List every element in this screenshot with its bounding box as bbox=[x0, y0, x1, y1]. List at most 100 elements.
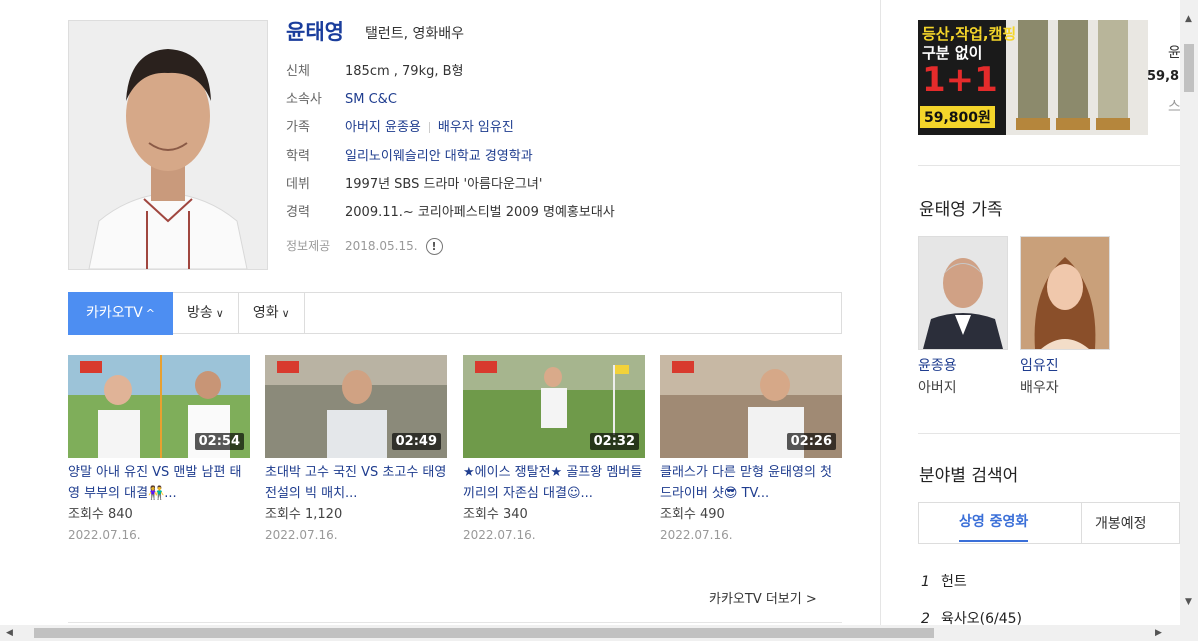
vertical-scroll-thumb[interactable] bbox=[1184, 44, 1194, 92]
info-row-agency: 소속사 SM C&C bbox=[286, 90, 397, 110]
family-name[interactable]: 임유진 bbox=[1020, 355, 1110, 377]
ad-headline: 등산,작업,캠핑 bbox=[922, 25, 1017, 43]
video-title[interactable]: ★에이스 쟁탈전★ 골프왕 멤버들끼리의 자존심 대결☺... bbox=[463, 462, 645, 504]
scroll-right-icon[interactable]: ▶ bbox=[1155, 628, 1162, 638]
info-key: 경력 bbox=[286, 205, 310, 220]
chevron-down-icon: ∨ bbox=[215, 307, 224, 320]
agency-link[interactable]: SM C&C bbox=[345, 92, 397, 107]
video-card[interactable]: 02:49 초대박 고수 국진 VS 초고수 태영 전설의 빅 매치... 조회… bbox=[265, 355, 447, 546]
video-thumbnail[interactable]: 02:49 bbox=[265, 355, 447, 458]
kakaotv-more-link[interactable]: 카카오TV 더보기 > bbox=[709, 588, 817, 607]
video-duration: 02:26 bbox=[786, 433, 836, 450]
chevron-up-icon: ^ bbox=[145, 307, 155, 320]
family-relation: 아버지 bbox=[918, 380, 957, 396]
video-date: 2022.07.16. bbox=[463, 528, 536, 542]
divider bbox=[918, 165, 1180, 166]
video-thumbnail[interactable]: 02:32 bbox=[463, 355, 645, 458]
video-date: 2022.07.16. bbox=[660, 528, 733, 542]
horizontal-scroll-thumb[interactable] bbox=[34, 628, 934, 638]
info-key: 신체 bbox=[286, 64, 310, 79]
media-tabs: 카카오TV ^ 방송 ∨ 영화 ∨ bbox=[68, 292, 842, 335]
rank-number: 1 bbox=[921, 574, 930, 590]
info-row-family: 가족 아버지 윤종용 배우자 임유진 bbox=[286, 118, 514, 138]
video-views: 조회수 340 bbox=[463, 507, 528, 522]
family-section-title: 윤태영 가족 bbox=[919, 200, 1003, 220]
info-key: 소속사 bbox=[286, 92, 322, 107]
info-value: 1997년 SBS 드라마 '아름다운그녀' bbox=[345, 177, 543, 192]
info-value: 185cm , 79kg, B형 bbox=[345, 64, 464, 79]
info-key: 학력 bbox=[286, 149, 310, 164]
family-relation: 배우자 bbox=[1020, 380, 1059, 396]
separator bbox=[428, 122, 430, 133]
video-date: 2022.07.16. bbox=[68, 528, 141, 542]
father-link[interactable]: 아버지 윤종용 bbox=[345, 120, 421, 135]
ad-side-text[interactable]: 윤 bbox=[1168, 42, 1181, 62]
info-row-body: 신체 185cm , 79kg, B형 bbox=[286, 62, 464, 82]
video-duration: 02:54 bbox=[194, 433, 244, 450]
video-views: 조회수 1,120 bbox=[265, 507, 343, 522]
profile-photo-illustration bbox=[69, 21, 267, 269]
ad-banner[interactable]: 등산,작업,캠핑 구분 없이 1+1 59,800원 bbox=[918, 20, 1148, 135]
video-title[interactable]: 초대박 고수 국진 VS 초고수 태영 전설의 빅 매치... bbox=[265, 462, 447, 504]
info-row-career: 경력 2009.11.~ 코리아페스티벌 2009 명예홍보대사 bbox=[286, 203, 615, 223]
ad-promo: 1+1 bbox=[922, 60, 998, 100]
video-date: 2022.07.16. bbox=[265, 528, 338, 542]
scroll-left-icon[interactable]: ◀ bbox=[6, 628, 13, 638]
tab-label: 카카오TV bbox=[86, 305, 143, 321]
separator bbox=[1081, 503, 1082, 543]
family-member[interactable]: 윤종용 아버지 bbox=[918, 236, 1008, 399]
ad-price: 59,800원 bbox=[920, 106, 995, 128]
tab-upcoming[interactable]: 개봉예정 bbox=[1095, 513, 1147, 533]
video-title[interactable]: 클래스가 다른 맏형 윤태영의 첫 드라이버 샷😎 TV... bbox=[660, 462, 842, 504]
spouse-link[interactable]: 배우자 임유진 bbox=[438, 120, 514, 135]
video-views: 조회수 840 bbox=[68, 507, 133, 522]
video-duration: 02:32 bbox=[589, 433, 639, 450]
video-thumbnail[interactable]: 02:26 bbox=[660, 355, 842, 458]
info-value: 2009.11.~ 코리아페스티벌 2009 명예홍보대사 bbox=[345, 205, 615, 220]
info-key: 데뷔 bbox=[286, 177, 310, 192]
category-section-title: 분야별 검색어 bbox=[919, 466, 1019, 486]
tab-label: 영화 bbox=[252, 305, 279, 321]
family-photo-image bbox=[919, 237, 1007, 349]
family-member[interactable]: 임유진 배우자 bbox=[1020, 236, 1110, 399]
education-link[interactable]: 일리노이웨슬리안 대학교 경영학과 bbox=[345, 149, 533, 164]
category-tabs: 상영 중영화 개봉예정 bbox=[918, 502, 1180, 544]
rank-item[interactable]: 1 헌트 bbox=[921, 571, 967, 591]
info-key: 정보제공 bbox=[286, 239, 331, 253]
info-row-debut: 데뷔 1997년 SBS 드라마 '아름다운그녀' bbox=[286, 175, 542, 195]
tab-label: 방송 bbox=[187, 305, 213, 321]
rank-label[interactable]: 헌트 bbox=[941, 574, 967, 590]
chevron-down-icon: ∨ bbox=[281, 307, 290, 320]
tab-now-showing[interactable]: 상영 중영화 bbox=[959, 511, 1029, 542]
family-photo[interactable] bbox=[918, 236, 1008, 350]
tab-kakaotv[interactable]: 카카오TV ^ bbox=[68, 292, 173, 335]
vertical-scrollbar[interactable] bbox=[1180, 0, 1198, 625]
divider bbox=[918, 433, 1180, 434]
video-title[interactable]: 양말 아내 유진 VS 맨발 남편 태영 부부의 대결👫... bbox=[68, 462, 250, 504]
family-name[interactable]: 윤종용 bbox=[918, 355, 1008, 377]
profile-photo[interactable] bbox=[68, 20, 268, 270]
family-photo-image bbox=[1021, 237, 1109, 349]
video-card[interactable]: 02:32 ★에이스 쟁탈전★ 골프왕 멤버들끼리의 자존심 대결☺... 조회… bbox=[463, 355, 645, 546]
ad-side-text: 스 bbox=[1168, 99, 1181, 115]
tab-broadcast[interactable]: 방송 ∨ bbox=[173, 292, 239, 334]
ad-side-price[interactable]: 59,8 bbox=[1147, 69, 1179, 84]
video-views: 조회수 490 bbox=[660, 507, 725, 522]
video-card[interactable]: 02:54 양말 아내 유진 VS 맨발 남편 태영 부부의 대결👫... 조회… bbox=[68, 355, 250, 546]
person-name[interactable]: 윤태영 bbox=[286, 16, 344, 46]
tab-movie[interactable]: 영화 ∨ bbox=[239, 292, 305, 334]
column-divider bbox=[880, 0, 881, 641]
info-key: 가족 bbox=[286, 120, 310, 135]
scroll-up-icon[interactable]: ▲ bbox=[1185, 14, 1192, 24]
info-row-education: 학력 일리노이웨슬리안 대학교 경영학과 bbox=[286, 147, 533, 167]
family-photo[interactable] bbox=[1020, 236, 1110, 350]
person-job: 탤런트, 영화배우 bbox=[365, 26, 465, 42]
scroll-down-icon[interactable]: ▼ bbox=[1185, 597, 1192, 607]
video-thumbnail[interactable]: 02:54 bbox=[68, 355, 250, 458]
video-card[interactable]: 02:26 클래스가 다른 맏형 윤태영의 첫 드라이버 샷😎 TV... 조회… bbox=[660, 355, 842, 546]
divider bbox=[68, 622, 842, 623]
video-duration: 02:49 bbox=[391, 433, 441, 450]
info-report-icon[interactable]: ! bbox=[425, 238, 443, 255]
info-date: 2018.05.15. bbox=[345, 239, 418, 253]
info-source: 정보제공 2018.05.15.! bbox=[286, 236, 443, 256]
